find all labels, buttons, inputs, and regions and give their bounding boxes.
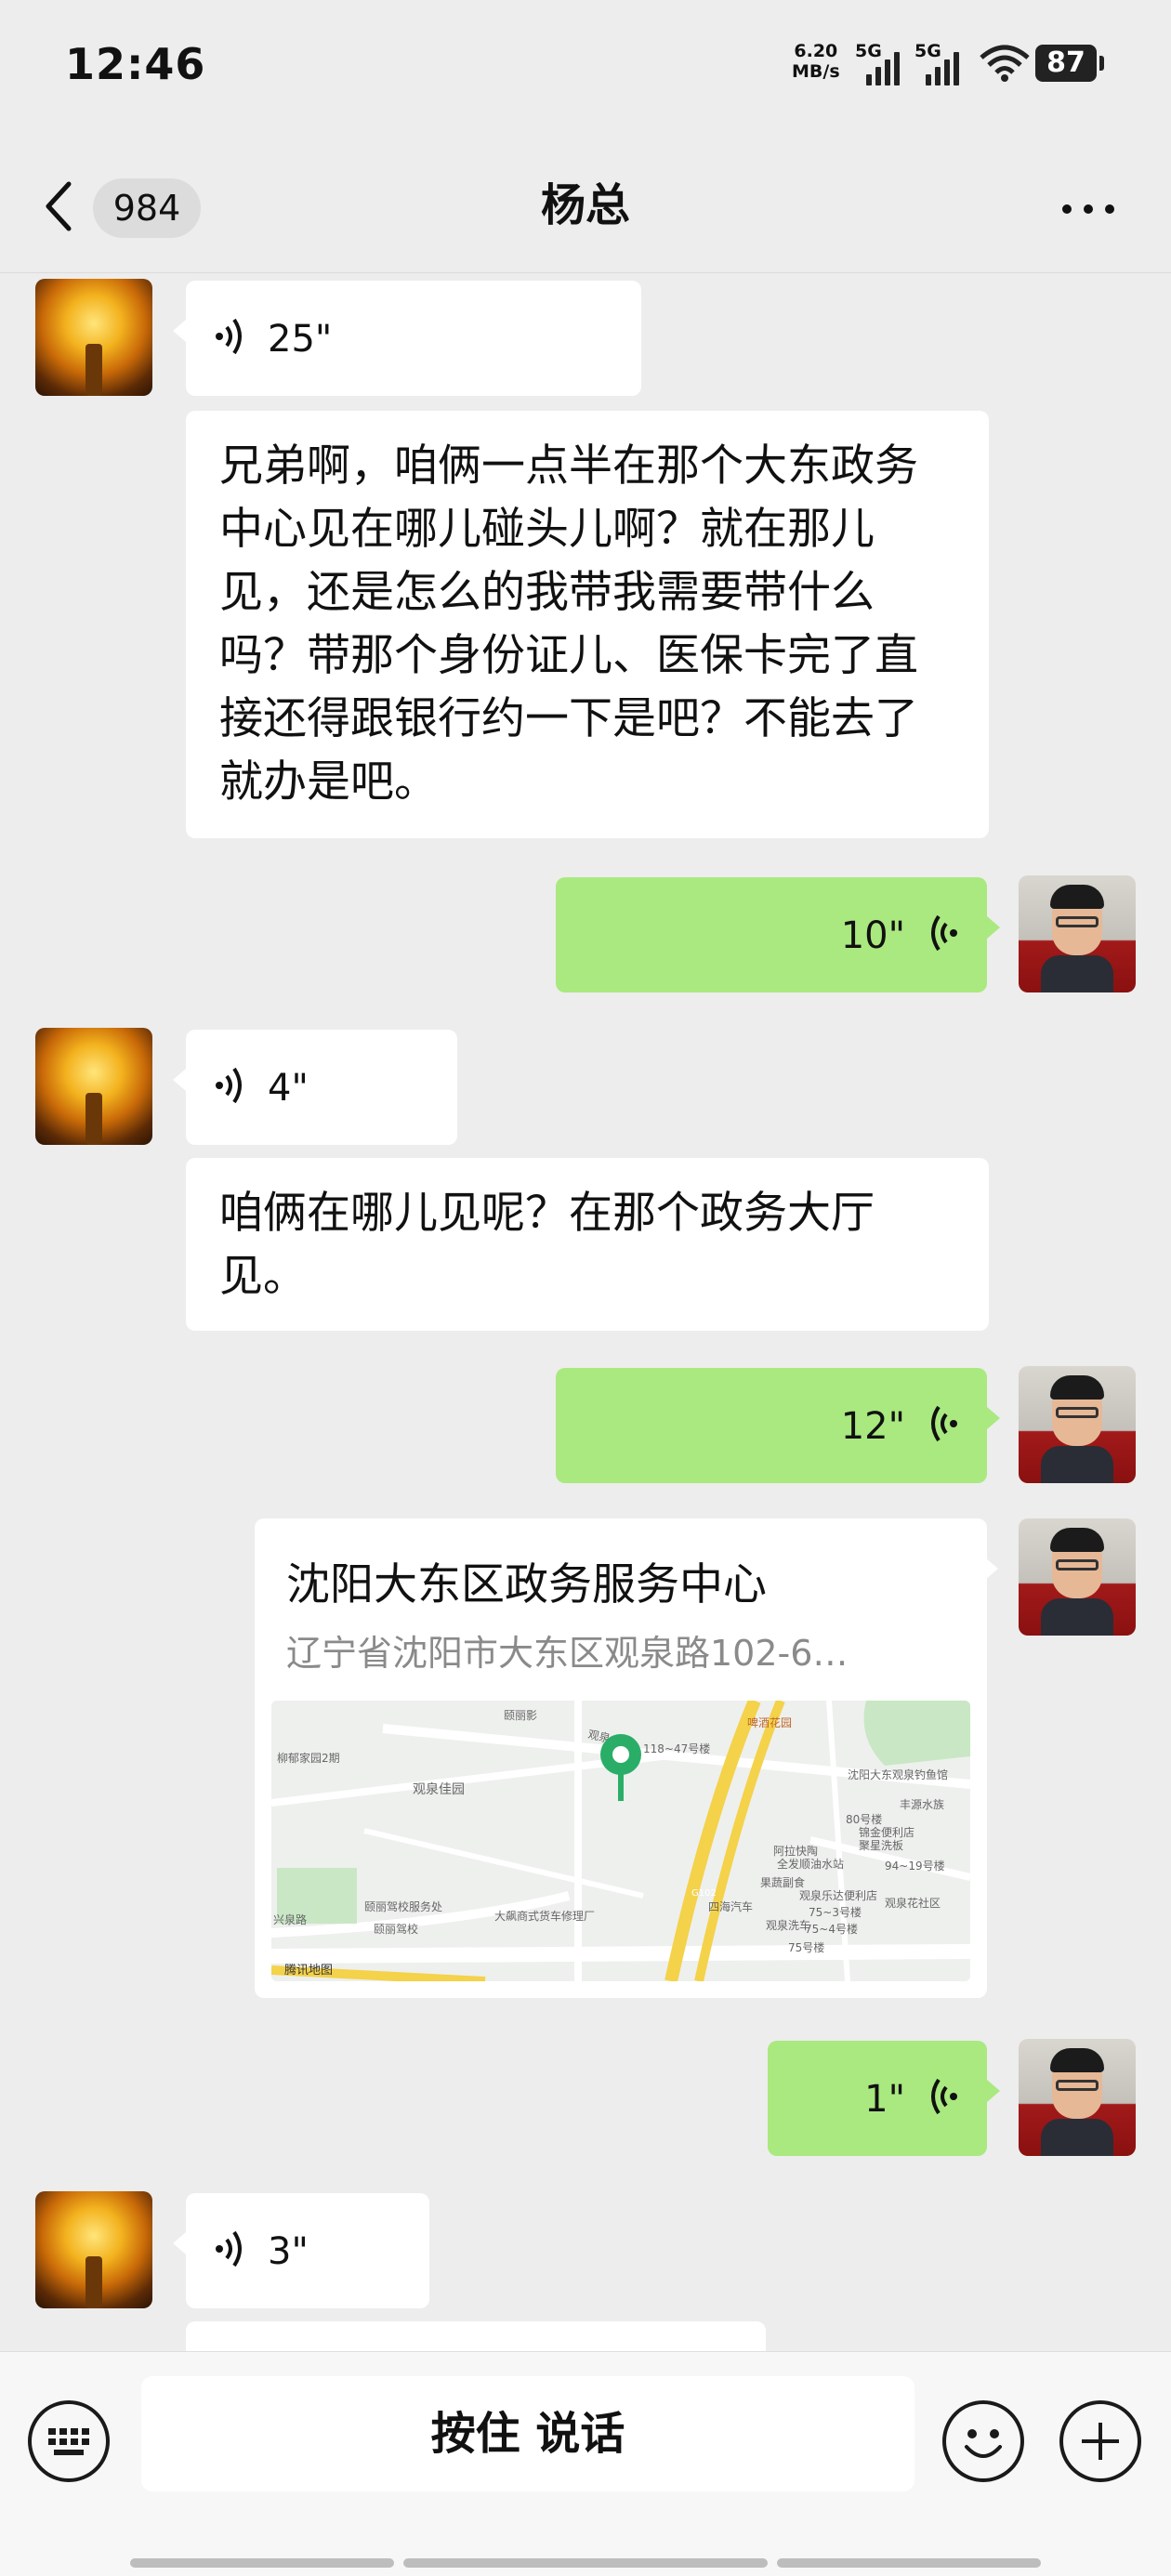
my-avatar[interactable] <box>1019 1518 1136 1636</box>
smiley-icon <box>965 2429 1002 2458</box>
svg-text:75号楼: 75号楼 <box>788 1940 824 1954</box>
svg-text:全发顺油水站: 全发顺油水站 <box>777 1857 844 1871</box>
svg-text:阿拉快陶: 阿拉快陶 <box>773 1844 818 1858</box>
voice-message[interactable]: 1" <box>768 2041 1000 2156</box>
nav-indicator <box>403 2558 768 2568</box>
my-avatar[interactable] <box>1019 1366 1136 1483</box>
voice-wave-icon <box>931 2078 957 2115</box>
status-bar: 12:46 6.20 MB/s 5G 5G 87 <box>0 0 1171 130</box>
chat-header: 984 杨总 <box>0 149 1171 273</box>
contact-avatar[interactable] <box>35 1028 152 1145</box>
location-address: 辽宁省沈阳市大东区观泉路102-6… <box>286 1633 849 1674</box>
voice-message[interactable]: 25" <box>173 281 641 396</box>
emoji-button[interactable] <box>942 2400 1024 2482</box>
voice-message[interactable]: 3" <box>173 2193 429 2308</box>
location-card[interactable]: 沈阳大东区政务服务中心 辽宁省沈阳市大东区观泉路102-6… 颐丽影 啤酒花园 … <box>255 1518 987 1998</box>
svg-text:75~4号楼: 75~4号楼 <box>805 1922 858 1936</box>
svg-text:观泉花社区: 观泉花社区 <box>885 1896 941 1910</box>
svg-text:颐丽驾校服务处: 颐丽驾校服务处 <box>364 1899 442 1913</box>
more-dots-icon <box>1062 204 1114 214</box>
svg-text:聚星洗板: 聚星洗板 <box>859 1839 903 1852</box>
more-options-button[interactable] <box>1056 186 1121 232</box>
text-message[interactable]: 咱俩在哪儿见呢？在那个政务大厅见。 <box>186 1158 989 1331</box>
back-button[interactable] <box>41 178 97 243</box>
location-title: 沈阳大东区政务服务中心 <box>286 1559 767 1610</box>
nav-indicator <box>777 2558 1041 2568</box>
svg-text:颐丽驾校: 颐丽驾校 <box>374 1922 418 1936</box>
svg-text:柳郁家园2期: 柳郁家园2期 <box>277 1751 340 1765</box>
keyboard-toggle-button[interactable] <box>28 2400 110 2482</box>
svg-text:丰源水族: 丰源水族 <box>900 1798 944 1811</box>
voice-message[interactable]: 4" <box>173 1030 457 1145</box>
svg-text:118~47号楼: 118~47号楼 <box>643 1741 710 1755</box>
svg-text:G102: G102 <box>691 1888 717 1899</box>
chat-title: 杨总 <box>540 179 630 231</box>
keyboard-icon <box>48 2428 89 2455</box>
svg-text:80号楼: 80号楼 <box>846 1812 882 1826</box>
text-message[interactable]: 兄弟啊，咱俩一点半在那个大东政务中心见在哪儿碰头儿啊？就在那儿见，还是怎么的我带… <box>186 411 989 838</box>
svg-text:果蔬副食: 果蔬副食 <box>760 1875 805 1889</box>
wifi-icon <box>980 45 1030 82</box>
voice-wave-icon <box>931 1405 957 1442</box>
voice-message[interactable]: 12" <box>556 1368 1000 1483</box>
my-avatar[interactable] <box>1019 875 1136 992</box>
map-preview[interactable]: 颐丽影 观泉一路 啤酒花园 柳郁家园2期 118~47号楼 观泉佳园 沈阳大东观… <box>271 1701 970 1981</box>
voice-wave-icon <box>216 318 242 355</box>
unread-count-badge[interactable]: 984 <box>93 178 201 238</box>
svg-text:94~19号楼: 94~19号楼 <box>885 1859 945 1873</box>
plus-icon <box>1082 2423 1119 2460</box>
my-avatar[interactable] <box>1019 2039 1136 2156</box>
map-image: 颐丽影 观泉一路 啤酒花园 柳郁家园2期 118~47号楼 观泉佳园 沈阳大东观… <box>271 1701 970 1981</box>
hold-to-talk-button[interactable]: 按住 说话 <box>141 2376 914 2491</box>
svg-text:75~3号楼: 75~3号楼 <box>809 1905 862 1919</box>
svg-text:啤酒花园: 啤酒花园 <box>747 1715 792 1729</box>
contact-avatar[interactable] <box>35 2191 152 2308</box>
voice-wave-icon <box>216 1067 242 1104</box>
contact-avatar[interactable] <box>35 279 152 396</box>
svg-text:兴泉路: 兴泉路 <box>273 1912 307 1926</box>
nav-indicator <box>130 2558 394 2568</box>
more-functions-button[interactable] <box>1059 2400 1141 2482</box>
battery-icon: 87 <box>1035 45 1104 82</box>
bubble-tail <box>985 1557 998 1580</box>
clock: 12:46 <box>65 39 206 89</box>
svg-text:锦金便利店: 锦金便利店 <box>859 1825 914 1839</box>
svg-text:大飙商式货车修理厂: 大飙商式货车修理厂 <box>494 1909 595 1923</box>
signal-sim2-icon: 5G <box>914 41 961 85</box>
svg-text:腾讯地图: 腾讯地图 <box>284 1963 333 1978</box>
voice-wave-icon <box>216 2230 242 2267</box>
svg-text:四海汽车: 四海汽车 <box>708 1899 753 1913</box>
network-speed: 6.20 MB/s <box>792 41 840 82</box>
svg-text:观泉乐达便利店: 观泉乐达便利店 <box>799 1889 877 1902</box>
voice-wave-icon <box>931 914 957 952</box>
svg-text:颐丽影: 颐丽影 <box>504 1709 537 1722</box>
signal-sim1-icon: 5G <box>855 41 901 85</box>
text-message[interactable] <box>186 2321 766 2351</box>
input-bar: 按住 说话 <box>0 2351 1171 2576</box>
svg-text:观泉洗车: 观泉洗车 <box>766 1918 810 1932</box>
chevron-left-icon <box>46 181 72 231</box>
message-list[interactable]: 25" 兄弟啊，咱俩一点半在那个大东政务中心见在哪儿碰头儿啊？就在那儿见，还是怎… <box>0 273 1171 2351</box>
svg-text:观泉佳园: 观泉佳园 <box>413 1781 465 1797</box>
svg-text:沈阳大东观泉钓鱼馆: 沈阳大东观泉钓鱼馆 <box>848 1768 948 1781</box>
voice-message[interactable]: 10" <box>556 877 1000 992</box>
